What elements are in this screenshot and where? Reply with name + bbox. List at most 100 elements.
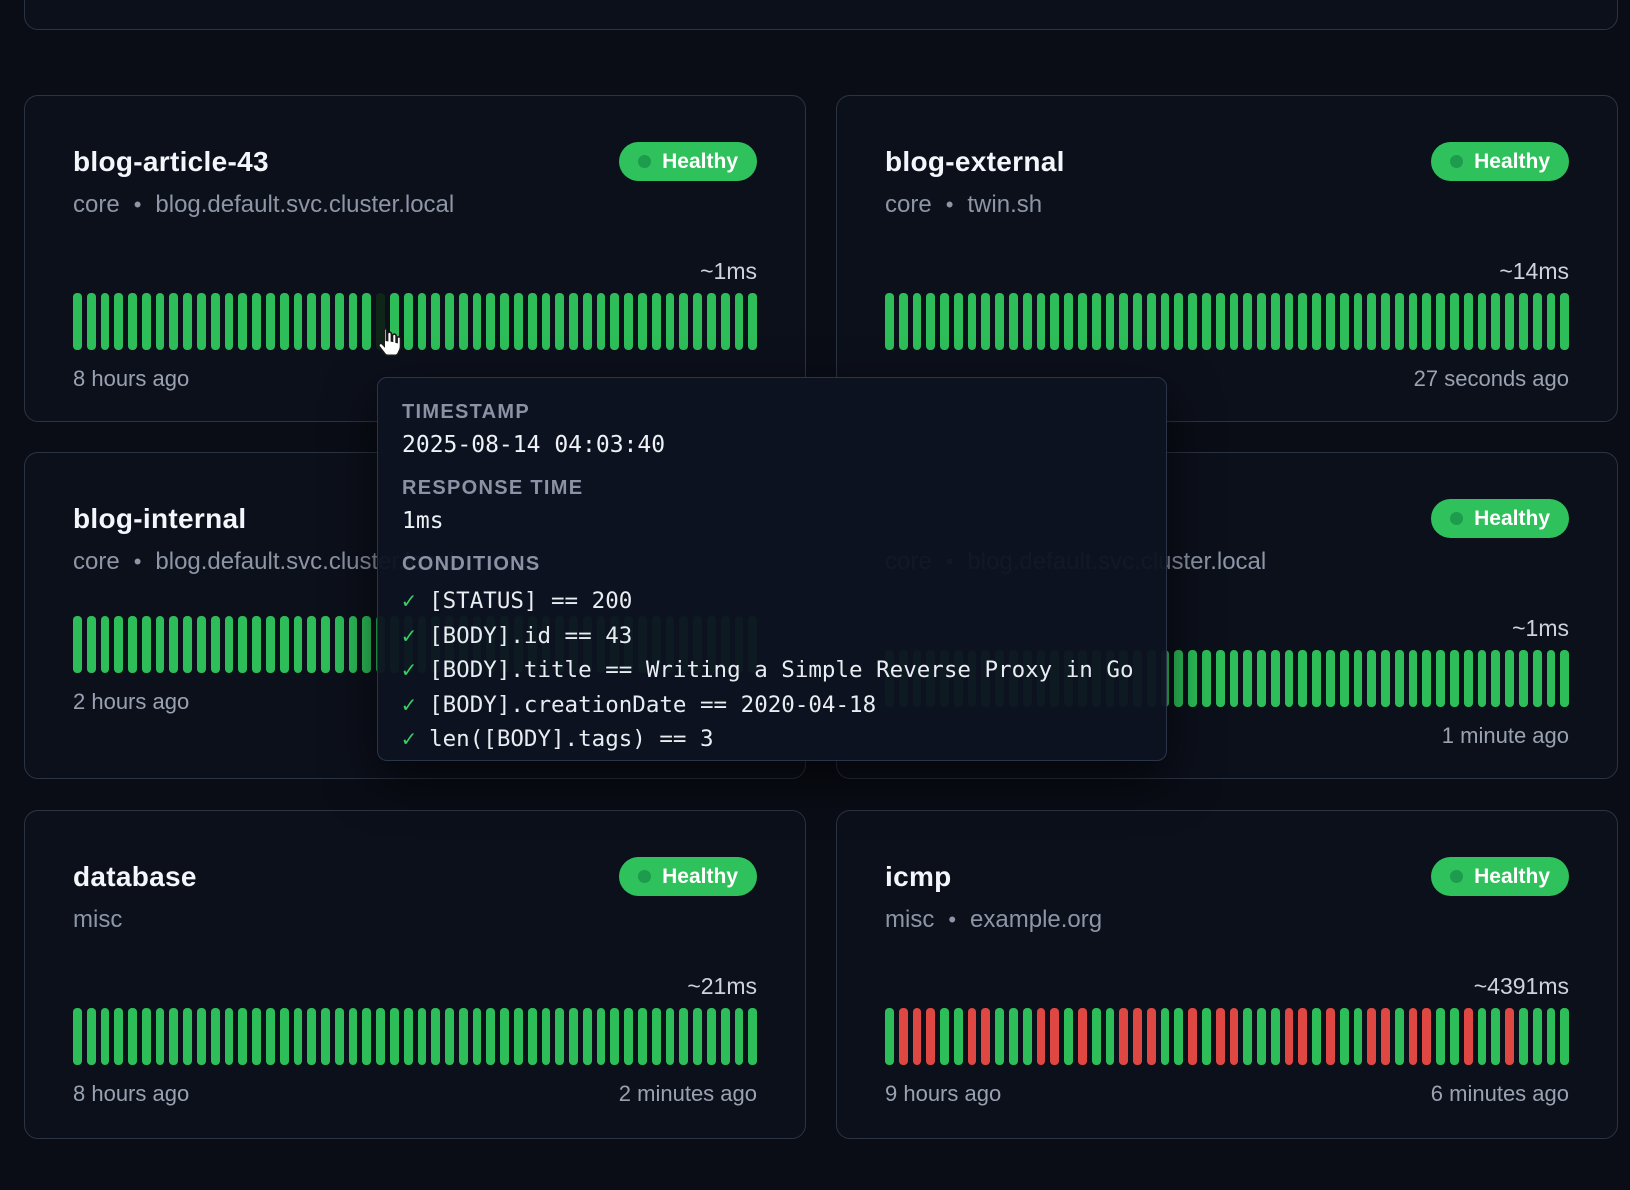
uptime-bar[interactable] (1092, 293, 1101, 350)
uptime-bar[interactable] (899, 1008, 908, 1065)
uptime-bar[interactable] (266, 1008, 275, 1065)
uptime-bar[interactable] (211, 616, 220, 673)
uptime-bar[interactable] (1174, 650, 1183, 707)
uptime-bar[interactable] (114, 1008, 123, 1065)
uptime-bar[interactable] (1326, 293, 1335, 350)
uptime-bar[interactable] (1505, 293, 1514, 350)
uptime-bar[interactable] (1257, 293, 1266, 350)
uptime-bar[interactable] (1395, 293, 1404, 350)
uptime-bar[interactable] (1367, 650, 1376, 707)
uptime-bar[interactable] (597, 293, 606, 350)
uptime-bar[interactable] (500, 1008, 509, 1065)
uptime-bar[interactable] (1230, 293, 1239, 350)
uptime-bar[interactable] (197, 293, 206, 350)
uptime-bar[interactable] (1505, 1008, 1514, 1065)
uptime-bar[interactable] (569, 1008, 578, 1065)
uptime-bar[interactable] (280, 293, 289, 350)
uptime-bar[interactable] (294, 616, 303, 673)
uptime-bar[interactable] (1023, 1008, 1032, 1065)
uptime-bar[interactable] (335, 293, 344, 350)
uptime-bar[interactable] (638, 293, 647, 350)
uptime-bar[interactable] (431, 1008, 440, 1065)
uptime-bar[interactable] (514, 1008, 523, 1065)
uptime-bar[interactable] (1064, 293, 1073, 350)
uptime-bar[interactable] (1133, 1008, 1142, 1065)
endpoint-card[interactable]: database Healthy misc ~21ms 8 hours ago … (24, 810, 806, 1139)
uptime-bar[interactable] (679, 1008, 688, 1065)
uptime-bar[interactable] (555, 1008, 564, 1065)
uptime-bar[interactable] (1340, 293, 1349, 350)
uptime-bar[interactable] (968, 293, 977, 350)
uptime-bar[interactable] (169, 1008, 178, 1065)
uptime-bar[interactable] (156, 293, 165, 350)
endpoint-card[interactable]: icmp Healthy misc example.org ~4391ms 9 … (836, 810, 1618, 1139)
uptime-bar[interactable] (1023, 293, 1032, 350)
uptime-bar[interactable] (183, 293, 192, 350)
uptime-bar[interactable] (128, 616, 137, 673)
uptime-bar[interactable] (1491, 650, 1500, 707)
uptime-bar[interactable] (1491, 1008, 1500, 1065)
uptime-bar[interactable] (1009, 293, 1018, 350)
uptime-bar[interactable] (693, 293, 702, 350)
uptime-bar[interactable] (1147, 1008, 1156, 1065)
uptime-bar[interactable] (252, 1008, 261, 1065)
uptime-bar[interactable] (1395, 1008, 1404, 1065)
uptime-bar[interactable] (114, 616, 123, 673)
uptime-bar[interactable] (1174, 293, 1183, 350)
uptime-bar[interactable] (1519, 293, 1528, 350)
uptime-bar[interactable] (652, 1008, 661, 1065)
uptime-bar[interactable] (197, 1008, 206, 1065)
uptime-bar[interactable] (101, 293, 110, 350)
uptime-bar[interactable] (1491, 293, 1500, 350)
uptime-bar[interactable] (1202, 293, 1211, 350)
uptime-bar[interactable] (1271, 293, 1280, 350)
uptime-bar[interactable] (266, 616, 275, 673)
uptime-bar[interactable] (169, 293, 178, 350)
uptime-bar[interactable] (142, 1008, 151, 1065)
uptime-bar[interactable] (1050, 293, 1059, 350)
uptime-bar[interactable] (528, 293, 537, 350)
uptime-bar[interactable] (1188, 1008, 1197, 1065)
uptime-bar[interactable] (1298, 293, 1307, 350)
uptime-bar[interactable] (307, 1008, 316, 1065)
uptime-bar[interactable] (1354, 293, 1363, 350)
uptime-bar[interactable] (362, 293, 371, 350)
uptime-bar[interactable] (1147, 293, 1156, 350)
uptime-bar[interactable] (940, 1008, 949, 1065)
uptime-bar[interactable] (486, 293, 495, 350)
uptime-bar[interactable] (1230, 650, 1239, 707)
uptime-bar[interactable] (238, 1008, 247, 1065)
uptime-bar[interactable] (1409, 650, 1418, 707)
uptime-bar[interactable] (459, 1008, 468, 1065)
uptime-bar[interactable] (266, 293, 275, 350)
uptime-bar[interactable] (73, 1008, 82, 1065)
uptime-bar[interactable] (445, 1008, 454, 1065)
uptime-bar[interactable] (1243, 1008, 1252, 1065)
uptime-bar[interactable] (459, 293, 468, 350)
uptime-bar[interactable] (1560, 1008, 1569, 1065)
uptime-bar[interactable] (1560, 650, 1569, 707)
uptime-bar[interactable] (583, 293, 592, 350)
uptime-bar[interactable] (1533, 650, 1542, 707)
uptime-bar[interactable] (294, 1008, 303, 1065)
uptime-bar[interactable] (1188, 650, 1197, 707)
uptime-bar[interactable] (1560, 293, 1569, 350)
uptime-bar[interactable] (473, 293, 482, 350)
uptime-bar[interactable] (1340, 650, 1349, 707)
uptime-bar[interactable] (1271, 1008, 1280, 1065)
uptime-bar[interactable] (1409, 293, 1418, 350)
uptime-bar[interactable] (885, 1008, 894, 1065)
uptime-bar[interactable] (899, 293, 908, 350)
uptime-bar[interactable] (1216, 650, 1225, 707)
uptime-bar[interactable] (1505, 650, 1514, 707)
uptime-bar[interactable] (1381, 1008, 1390, 1065)
uptime-bar[interactable] (666, 293, 675, 350)
uptime-bar[interactable] (1422, 650, 1431, 707)
uptime-bar[interactable] (321, 1008, 330, 1065)
uptime-bar[interactable] (1202, 1008, 1211, 1065)
uptime-bar[interactable] (1188, 293, 1197, 350)
uptime-bar[interactable] (624, 293, 633, 350)
uptime-bar[interactable] (1436, 1008, 1445, 1065)
uptime-bar[interactable] (652, 293, 661, 350)
uptime-bar[interactable] (748, 1008, 757, 1065)
